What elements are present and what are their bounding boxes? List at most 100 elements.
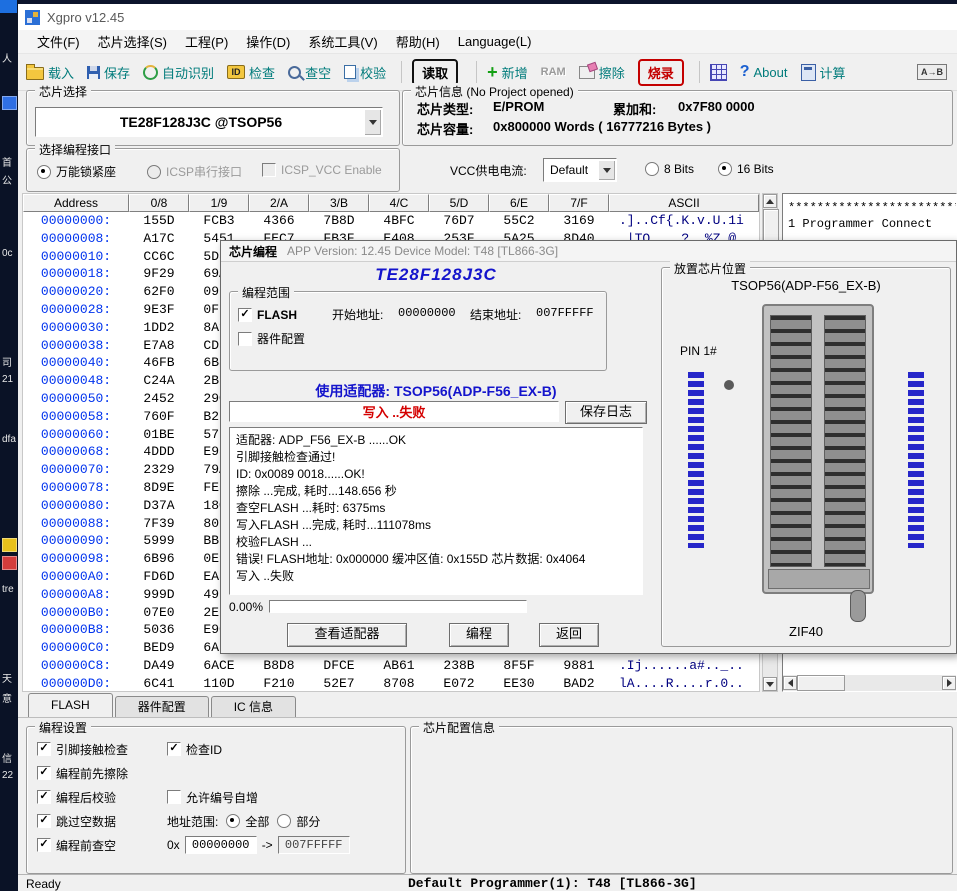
- title-bar[interactable]: Xgpro v12.45: [18, 4, 957, 30]
- vcc-dropdown-icon[interactable]: [598, 160, 615, 180]
- id-check-button[interactable]: ID检查: [227, 63, 275, 82]
- hex-cell[interactable]: 46FB: [129, 354, 189, 372]
- hex-cell[interactable]: 238B: [429, 657, 489, 675]
- hex-cell[interactable]: 4BFC: [369, 212, 429, 230]
- ram-button[interactable]: RAM: [541, 66, 566, 78]
- tab-ic-info[interactable]: IC 信息: [211, 696, 296, 717]
- hex-cell[interactable]: 9881: [549, 657, 609, 675]
- program-button[interactable]: 编程: [449, 623, 509, 647]
- hex-cell[interactable]: 2452: [129, 390, 189, 408]
- checkbox-setting[interactable]: ✓编程前先擦除: [37, 761, 128, 785]
- radio-16bits[interactable]: 16 Bits: [718, 162, 774, 176]
- scroll-up-icon[interactable]: [763, 194, 777, 208]
- hex-column-header[interactable]: 4/C: [369, 194, 429, 212]
- read-button[interactable]: 读取: [412, 59, 458, 86]
- hex-row[interactable]: 000000D0:6C41110DF21052E78708E072EE30BAD…: [23, 675, 759, 692]
- hex-cell[interactable]: 9E3F: [129, 301, 189, 319]
- hex-column-header[interactable]: 2/A: [249, 194, 309, 212]
- hex-cell[interactable]: 62F0: [129, 283, 189, 301]
- verify-button[interactable]: 校验: [344, 63, 386, 82]
- program-button[interactable]: 烧录: [638, 59, 684, 86]
- checkbox-setting[interactable]: ✓编程后校验: [37, 785, 128, 809]
- operation-log[interactable]: 适配器: ADP_F56_EX-B ......OK引脚接触检查通过!ID: 0…: [229, 427, 643, 595]
- desktop-icon[interactable]: [2, 538, 17, 552]
- hex-cell[interactable]: AB61: [369, 657, 429, 675]
- hex-cell[interactable]: 6ACE: [189, 657, 249, 675]
- scroll-down-icon[interactable]: [763, 677, 777, 691]
- hex-cell[interactable]: 6B96: [129, 550, 189, 568]
- vcc-current-combobox[interactable]: Default: [543, 158, 617, 182]
- hex-cell[interactable]: 2329: [129, 461, 189, 479]
- checkbox-flash[interactable]: ✓FLASH: [238, 308, 297, 322]
- hex-column-header[interactable]: 0/8: [129, 194, 189, 212]
- hex-cell[interactable]: 8F5F: [489, 657, 549, 675]
- hex-cell[interactable]: 07E0: [129, 604, 189, 622]
- hex-cell[interactable]: CC6C: [129, 248, 189, 266]
- tab-flash[interactable]: FLASH: [28, 693, 113, 717]
- scroll-right-icon[interactable]: [942, 676, 956, 690]
- checkbox-auto-number[interactable]: 允许编号自增: [167, 789, 258, 806]
- hex-cell[interactable]: 6C41: [129, 675, 189, 692]
- chip-select-dropdown-icon[interactable]: [364, 109, 381, 135]
- range-end-input[interactable]: 007FFFFF: [278, 836, 350, 854]
- checkbox-check-id[interactable]: ✓检查ID: [167, 741, 222, 758]
- range-start-input[interactable]: 00000000: [185, 836, 257, 854]
- save-button[interactable]: 保存: [87, 63, 130, 82]
- hex-cell[interactable]: 999D: [129, 586, 189, 604]
- hex-cell[interactable]: 5999: [129, 532, 189, 550]
- hex-cell[interactable]: BAD2: [549, 675, 609, 692]
- hex-column-header[interactable]: ASCII: [609, 194, 759, 212]
- hex-column-header[interactable]: 3/B: [309, 194, 369, 212]
- chip-select-combobox[interactable]: TE28F128J3C @TSOP56: [35, 107, 383, 137]
- radio-8bits[interactable]: 8 Bits: [645, 162, 694, 176]
- checkbox-setting[interactable]: ✓跳过空数据: [37, 809, 128, 833]
- auto-detect-button[interactable]: 自动识别: [143, 63, 214, 82]
- checkbox-device-config[interactable]: 器件配置: [238, 330, 305, 347]
- hex-cell[interactable]: B8D8: [249, 657, 309, 675]
- menu-item[interactable]: 系统工具(V): [299, 30, 386, 53]
- checkbox-icsp-vcc[interactable]: ICSP_VCC Enable: [262, 163, 382, 177]
- hex-cell[interactable]: 110D: [189, 675, 249, 692]
- scrollbar-thumb[interactable]: [797, 675, 845, 691]
- erase-button[interactable]: 擦除: [579, 63, 625, 82]
- add-button[interactable]: +新增: [487, 63, 528, 82]
- return-button[interactable]: 返回: [539, 623, 599, 647]
- hex-cell[interactable]: EE30: [489, 675, 549, 692]
- menu-item[interactable]: 操作(D): [237, 30, 299, 53]
- hex-cell[interactable]: 8D9E: [129, 479, 189, 497]
- desktop-icon[interactable]: [2, 556, 17, 570]
- menu-item[interactable]: Language(L): [449, 32, 541, 51]
- about-button[interactable]: ?About: [740, 63, 788, 81]
- hex-cell[interactable]: 52E7: [309, 675, 369, 692]
- hex-cell[interactable]: 760F: [129, 408, 189, 426]
- hex-cell[interactable]: 5036: [129, 621, 189, 639]
- hex-cell[interactable]: C24A: [129, 372, 189, 390]
- hex-cell[interactable]: 3169: [549, 212, 609, 230]
- menu-item[interactable]: 工程(P): [176, 30, 237, 53]
- view-adapter-button[interactable]: 查看适配器: [287, 623, 407, 647]
- scroll-left-icon[interactable]: [783, 676, 797, 690]
- log-horizontal-scrollbar[interactable]: [783, 675, 956, 691]
- desktop-icon[interactable]: [2, 96, 17, 110]
- load-button[interactable]: 载入: [26, 63, 74, 82]
- save-log-button[interactable]: 保存日志: [565, 401, 647, 424]
- grid-button[interactable]: [710, 64, 727, 81]
- hex-cell[interactable]: FCB3: [189, 212, 249, 230]
- hex-column-header[interactable]: 1/9: [189, 194, 249, 212]
- dialog-title-bar[interactable]: 芯片编程 APP Version: 12.45 Device Model: T4…: [221, 241, 956, 262]
- hex-column-header[interactable]: 7/F: [549, 194, 609, 212]
- radio-range-all[interactable]: 全部: [226, 813, 269, 830]
- calc-button[interactable]: 计算: [801, 63, 846, 82]
- hex-cell[interactable]: FD6D: [129, 568, 189, 586]
- hex-cell[interactable]: 1DD2: [129, 319, 189, 337]
- hex-cell[interactable]: BED9: [129, 639, 189, 657]
- hex-cell[interactable]: 7B8D: [309, 212, 369, 230]
- hex-cell[interactable]: 4366: [249, 212, 309, 230]
- hex-cell[interactable]: DA49: [129, 657, 189, 675]
- hex-cell[interactable]: D37A: [129, 497, 189, 515]
- hex-cell[interactable]: 01BE: [129, 426, 189, 444]
- hex-cell[interactable]: 55C2: [489, 212, 549, 230]
- hex-cell[interactable]: E072: [429, 675, 489, 692]
- radio-universal-socket[interactable]: 万能锁紧座: [37, 163, 116, 180]
- radio-range-part[interactable]: 部分: [277, 813, 320, 830]
